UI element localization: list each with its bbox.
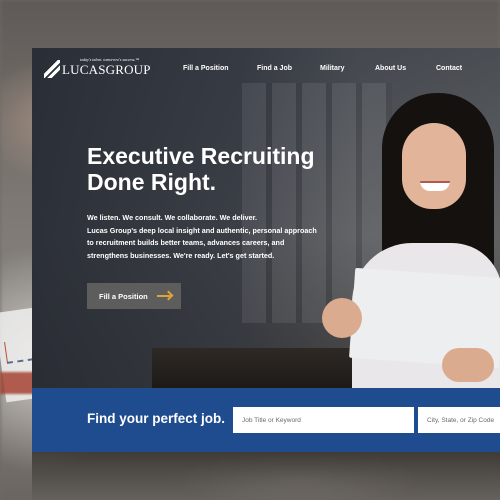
nav-contact[interactable]: Contact xyxy=(436,65,462,72)
cta-label: Fill a Position xyxy=(99,291,148,301)
hero-copy-line: to recruitment builds better teams, adva… xyxy=(87,238,285,247)
nav-find-a-job[interactable]: Find a Job xyxy=(257,65,292,72)
headline-line-2: Done Right. xyxy=(87,169,217,195)
nav-military[interactable]: Military xyxy=(320,65,345,72)
hero-section: today's talent. tomorrow's success.™ LUC… xyxy=(32,48,500,393)
nav-fill-a-position[interactable]: Fill a Position xyxy=(183,65,229,72)
hero-copy-line: strengthens businesses. We're ready. Let… xyxy=(87,250,275,260)
fill-a-position-button[interactable]: Fill a Position xyxy=(87,283,181,309)
website-screen: today's talent. tomorrow's success.™ LUC… xyxy=(32,48,500,452)
hero-person-image xyxy=(322,93,500,393)
hero-copy: We listen. We consult. We collaborate. W… xyxy=(87,212,347,262)
hero-headline: Executive Recruiting Done Right. xyxy=(87,143,347,195)
screen-bezel-bottom xyxy=(32,452,500,500)
location-search-input[interactable] xyxy=(418,407,500,433)
logo-mark-icon xyxy=(44,60,60,78)
nav-links: Fill a Position Find a Job Military Abou… xyxy=(183,65,493,77)
arrow-right-icon xyxy=(157,295,171,297)
logo-text: today's talent. tomorrow's success.™ LUC… xyxy=(62,57,151,78)
headline-line-1: Executive Recruiting xyxy=(87,143,315,169)
person-hand-left xyxy=(322,298,362,338)
search-title: Find your perfect job. xyxy=(87,411,226,426)
keyword-search-input[interactable] xyxy=(233,407,414,433)
top-navigation: today's talent. tomorrow's success.™ LUC… xyxy=(32,48,500,90)
nav-about-us[interactable]: About Us xyxy=(375,65,406,72)
background-object xyxy=(0,372,36,394)
hero-copy-line: Lucas Group's deep local insight and aut… xyxy=(87,225,317,235)
logo-name: LUCASGROUP xyxy=(62,62,151,77)
job-search-bar: Find your perfect job. xyxy=(32,388,500,452)
person-hand-right xyxy=(442,348,494,382)
lucas-group-logo[interactable]: today's talent. tomorrow's success.™ LUC… xyxy=(44,57,151,78)
hero-copy-line: We listen. We consult. We collaborate. W… xyxy=(87,213,258,222)
person-face xyxy=(402,123,466,209)
